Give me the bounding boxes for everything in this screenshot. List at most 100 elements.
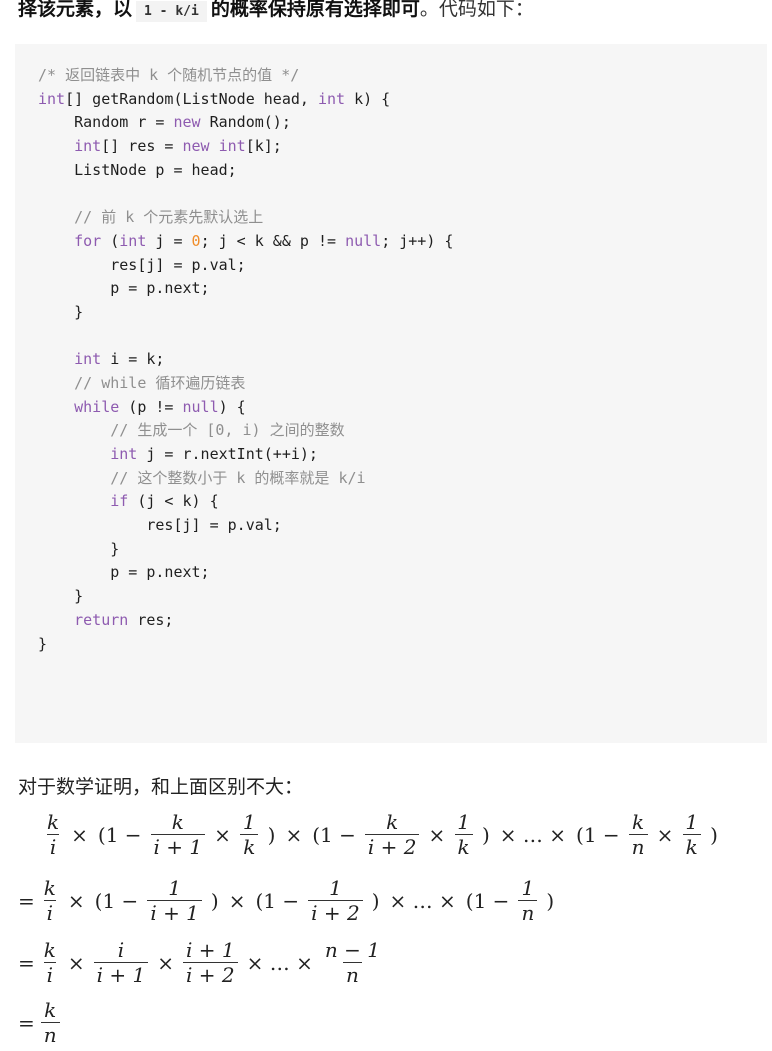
code-line: // while 循环遍历链表 <box>38 372 767 396</box>
code-text: ) { <box>218 397 246 416</box>
code-line: p = p.next; <box>38 277 767 301</box>
code-line: p = p.next; <box>38 561 767 585</box>
fraction-numerator: 1 <box>329 876 342 900</box>
math-row: = k i × (1 −1 i + 1) × (1 −1 i + 2) × … × (1 −1 n) <box>18 876 559 925</box>
math-operator: × … × <box>389 888 456 913</box>
intro-tail: 。代码如下： <box>419 0 534 20</box>
math-fraction: i + 1i + 2 <box>183 938 238 987</box>
fraction-denominator: i + 2 <box>308 900 363 925</box>
code-line: // 生成一个 [0, i) 之间的整数 <box>38 419 767 443</box>
code-text: } <box>38 634 48 653</box>
fraction-numerator: k <box>47 810 60 834</box>
math-fraction: 1i + 1 <box>147 876 202 925</box>
intro-sentence: 择该元素，以 1 - k/i 的概率保持原有选择即可。代码如下： <box>18 0 534 27</box>
code-keyword: if <box>110 492 129 511</box>
math-operator: × <box>228 888 246 913</box>
code-keyword: int <box>74 350 102 369</box>
math-fraction: 1k <box>240 810 259 859</box>
fraction-numerator: 1 <box>521 876 535 900</box>
math-operator: ) <box>267 822 276 847</box>
fraction-denominator: k <box>454 834 473 859</box>
math-fraction: ii + 1 <box>93 938 149 987</box>
fraction-denominator: i + 1 <box>147 900 202 925</box>
math-fraction: 1k <box>682 810 701 859</box>
code-text: p = p.next; <box>38 279 210 298</box>
math-fraction: ki <box>41 938 59 987</box>
math-operator: ) <box>481 822 490 847</box>
fraction-denominator: k <box>240 834 259 859</box>
fraction-numerator: 1 <box>457 810 470 834</box>
math-fraction: ki <box>44 810 62 859</box>
code-keyword: int <box>119 231 147 250</box>
math-operator: × <box>285 822 303 847</box>
code-line: } <box>38 301 767 325</box>
math-operator: (1 − <box>312 822 356 847</box>
code-text: p = p.next; <box>38 563 210 582</box>
fraction-numerator: 1 <box>242 810 256 834</box>
math-formula-block: k i × (1 − k i + 1 × 1 k) × (1 − k i + 2 × 1 k) × … × (1 … <box>18 810 772 1051</box>
code-line: res[j] = p.val; <box>38 514 767 538</box>
code-text: (p != <box>119 397 183 416</box>
code-comment: // while 循环遍历链表 <box>74 373 246 392</box>
code-line: int i = k; <box>38 348 767 372</box>
code-text: res[j] = p.val; <box>38 516 282 535</box>
math-row: = k i × i i + 1 × i + 1i + 2 × … × n − 1n <box>18 938 387 987</box>
math-operator: (1 − <box>576 822 620 847</box>
proof-intro-paragraph: 对于数学证明，和上面区别不大： <box>18 776 304 798</box>
fraction-numerator: 1 <box>168 876 181 900</box>
math-fraction: ki + 1 <box>150 810 206 859</box>
code-text: i = k; <box>101 350 165 369</box>
code-line: int j = r.nextInt(++i); <box>38 443 767 467</box>
code-text: k) { <box>345 89 391 108</box>
math-operator: (1 − <box>465 888 510 913</box>
code-keyword: int <box>38 89 66 108</box>
code-text: [k]; <box>245 137 282 156</box>
fraction-numerator: n − 1 <box>324 938 380 962</box>
math-operator: × … × <box>499 822 567 847</box>
code-number: 0 <box>191 231 201 250</box>
code-comment: /* 返回链表中 k 个随机节点的值 */ <box>38 66 300 84</box>
fraction-numerator: k <box>386 810 399 834</box>
math-operator: × <box>157 950 175 975</box>
math-operator: (1 − <box>94 888 139 913</box>
code-text: ListNode p = head; <box>38 160 237 179</box>
code-line: ListNode p = head; <box>38 159 767 183</box>
fraction-denominator: i + 2 <box>364 834 420 859</box>
code-keyword: for <box>74 231 102 250</box>
intro-bold-suffix: 的概率保持原有选择即可 <box>210 0 420 20</box>
code-line: int[] getRandom(ListNode head, int k) { <box>38 88 767 112</box>
fraction-numerator: k <box>632 810 645 834</box>
math-operator: × <box>214 822 231 847</box>
fraction-denominator: i + 1 <box>93 962 149 987</box>
code-comment: // 生成一个 [0, i) 之间的整数 <box>110 421 345 440</box>
fraction-denominator: k <box>682 834 701 859</box>
code-block: /* 返回链表中 k 个随机节点的值 */ int[] getRandom(Lis… <box>15 44 767 743</box>
math-fraction: n − 1n <box>322 938 383 987</box>
code-line: Random r = new Random(); <box>38 111 767 135</box>
fraction-denominator: i <box>43 900 57 925</box>
math-operator: × … × <box>246 950 313 975</box>
code-line: } <box>38 538 767 562</box>
code-keyword: null <box>345 231 382 250</box>
code-keyword: new <box>182 137 210 156</box>
fraction-numerator: k <box>44 998 57 1022</box>
code-line: int[] res = new int[k]; <box>38 135 767 159</box>
fraction-denominator: i + 2 <box>183 962 238 987</box>
code-text: res; <box>128 610 174 629</box>
code-line: res[j] = p.val; <box>38 254 767 278</box>
code-comment: // 前 k 个元素先默认选上 <box>74 208 264 227</box>
intro-bold-prefix: 择该元素，以 <box>18 0 133 20</box>
math-fraction: ki <box>41 876 59 925</box>
code-text: ( <box>101 231 120 250</box>
fraction-denominator: i <box>43 962 57 987</box>
code-text: } <box>38 587 84 606</box>
code-comment: // 这个整数小于 k 的概率就是 k/i <box>110 468 366 487</box>
code-line: /* 返回链表中 k 个随机节点的值 */ <box>38 64 767 88</box>
